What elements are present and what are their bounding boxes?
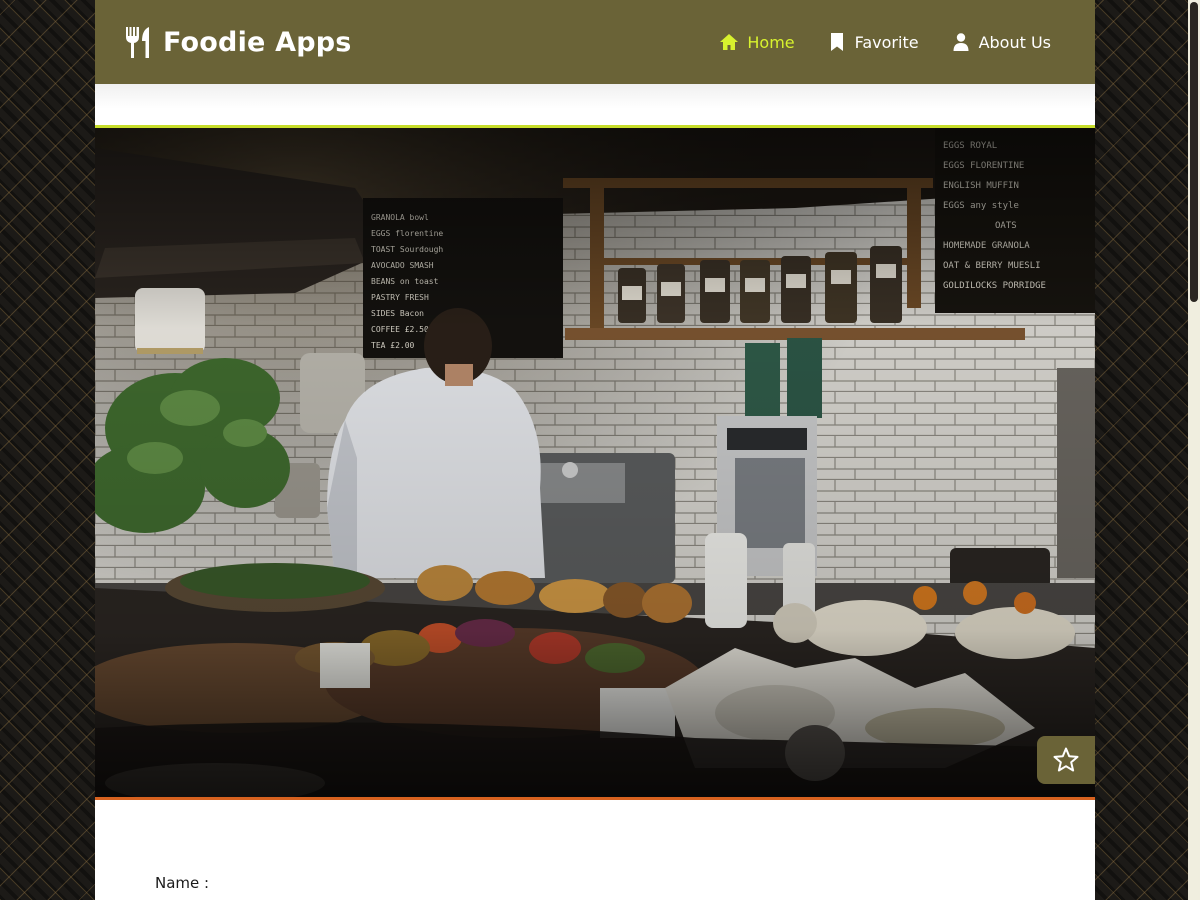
brand-name: Foodie Apps <box>163 26 352 58</box>
star-outline-icon <box>1053 747 1079 772</box>
nav-item-favorite[interactable]: Favorite <box>827 32 919 52</box>
name-label: Name : <box>155 874 210 892</box>
fork-knife-icon <box>126 27 149 58</box>
user-icon <box>953 33 969 51</box>
cafe-counter-photo: GRANOLA bowl EGGS florentine TOAST Sourd… <box>95 128 1095 797</box>
nav-item-about-us-label: About Us <box>978 32 1051 52</box>
recipe-form: Name : <box>95 800 1095 900</box>
nav-item-about-us[interactable]: About Us <box>951 32 1051 52</box>
nav-item-home[interactable]: Home <box>719 32 795 52</box>
scrollbar[interactable] <box>1188 0 1200 900</box>
bookmark-icon <box>830 33 843 51</box>
brand[interactable]: Foodie Apps <box>123 25 352 59</box>
favorite-button[interactable] <box>1037 736 1095 784</box>
nav-links: Home Favorite About Us <box>687 32 1051 52</box>
home-icon <box>720 34 739 50</box>
navbar: Foodie Apps Home Favorite About Us <box>95 0 1095 84</box>
page-container: Foodie Apps Home Favorite About Us Name … <box>95 0 1095 900</box>
header-spacer <box>95 84 1095 125</box>
scrollbar-thumb[interactable] <box>1190 2 1198 302</box>
hero-banner: GRANOLA bowl EGGS florentine TOAST Sourd… <box>95 125 1095 800</box>
nav-item-home-label: Home <box>747 32 795 52</box>
nav-item-favorite-label: Favorite <box>854 32 919 52</box>
